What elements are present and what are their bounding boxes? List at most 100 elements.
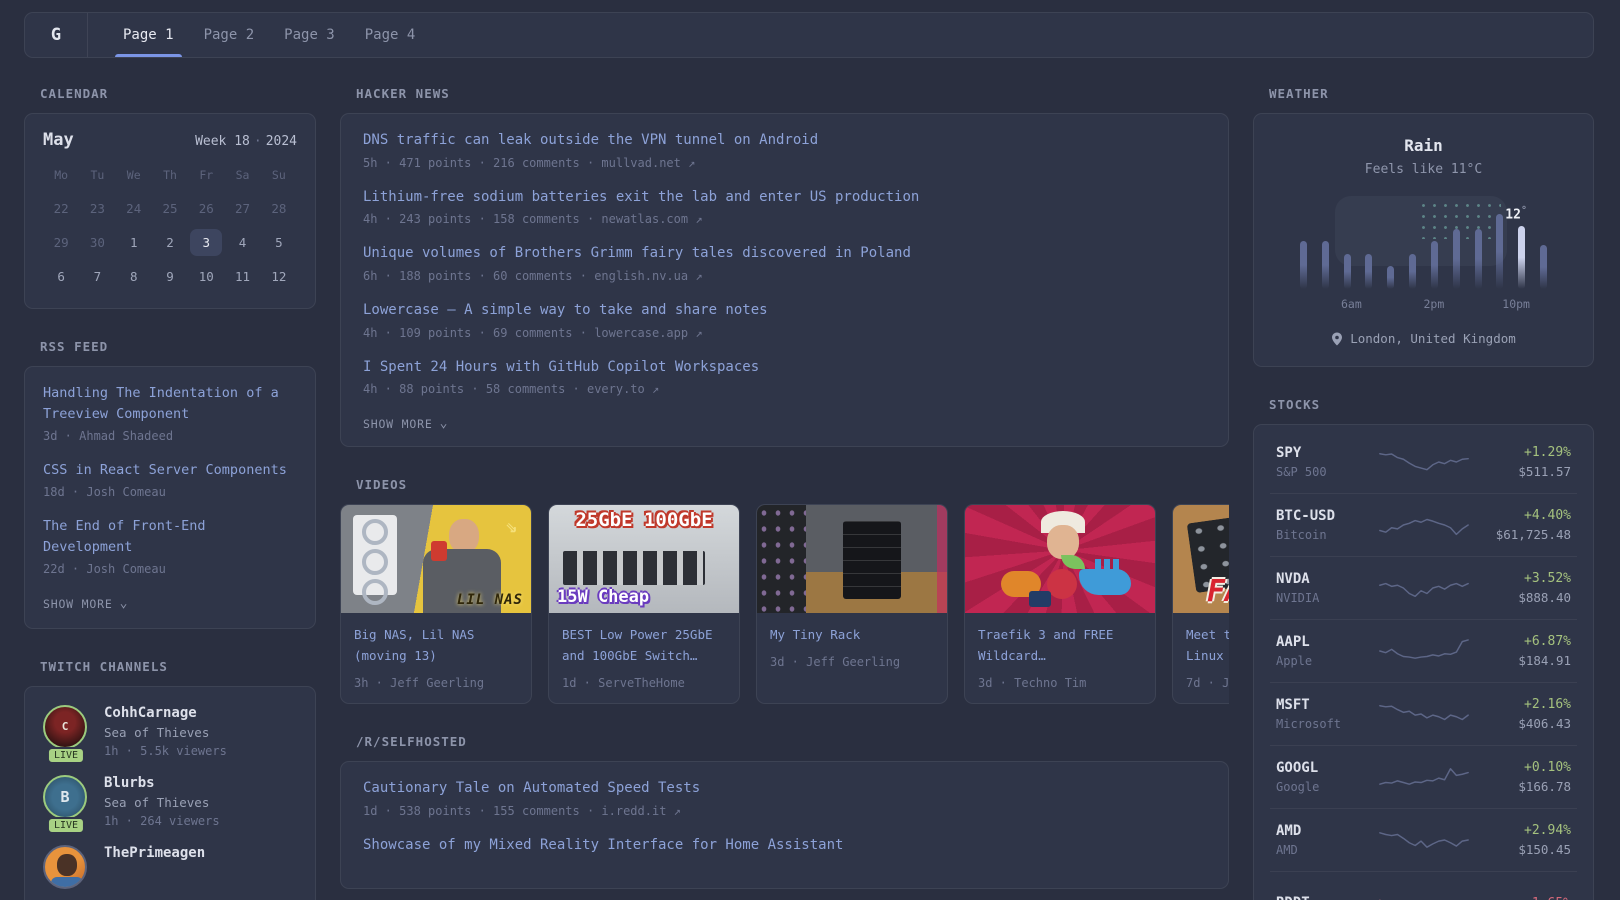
rss-item-meta: 3d · Ahmad Shadeed: [43, 428, 174, 443]
stock-symbol: AAPL: [1276, 634, 1310, 650]
hn-item-title[interactable]: Unique volumes of Brothers Grimm fairy t…: [363, 243, 1206, 265]
hn-item-title[interactable]: Lowercase – A simple way to take and sha…: [363, 300, 1206, 322]
weather-bar: [1343, 253, 1351, 289]
rss-show-more-button[interactable]: SHOW MORE ⌄: [43, 597, 128, 611]
hn-item-meta: 6h · 188 points · 60 comments · english.…: [363, 269, 703, 284]
left-column: CALENDAR May Week 18 · 2024 Mo Tu We Th Fr…: [24, 86, 316, 900]
calendar-day: 26: [198, 201, 214, 216]
calendar-section-title: CALENDAR: [40, 86, 109, 101]
rss-item-title[interactable]: The End of Front-End Development: [43, 516, 297, 558]
reddit-item-title[interactable]: Cautionary Tale on Automated Speed Tests: [363, 778, 1206, 800]
stock-row-rddt[interactable]: RDDT -1.65%: [1270, 871, 1577, 900]
chevron-down-icon: ⌄: [119, 595, 129, 611]
calendar-day: 29: [53, 235, 69, 250]
top-nav: G Page 1 Page 2 Page 3 Page 4: [24, 12, 1594, 58]
video-card-traefik[interactable]: Traefik 3 and FREE Wildcard… 3d · Techno…: [964, 504, 1156, 705]
weekday-label: We: [126, 168, 141, 182]
video-title[interactable]: Meet the Linux Clu: [1186, 627, 1229, 663]
hn-item: DNS traffic can leak outside the VPN tun…: [363, 130, 1206, 170]
twitch-channel-theprimeagen[interactable]: ThePrimeagen: [43, 844, 297, 889]
video-title[interactable]: Big NAS, Lil NAS (moving 13): [354, 627, 474, 663]
hackernews-section-title: HACKER NEWS: [356, 86, 450, 101]
external-link-icon: ↗: [673, 804, 681, 819]
stock-symbol: MSFT: [1276, 697, 1310, 713]
tab-page-3[interactable]: Page 3: [282, 13, 337, 57]
twitch-channel-info: Blurbs Sea of Thieves 1h · 264 viewers: [104, 775, 220, 828]
app-logo[interactable]: G: [25, 13, 87, 57]
stock-row-msft[interactable]: MSFT Microsoft +2.16% $406.43: [1270, 682, 1577, 745]
reddit-section-title: /R/SELFHOSTED: [356, 734, 467, 750]
hn-item: Lithium-free sodium batteries exit the l…: [363, 187, 1206, 227]
video-thumbnail[interactable]: [965, 505, 1155, 614]
page-tabs: Page 1 Page 2 Page 3 Page 4: [88, 13, 430, 57]
thumbnail-text: LIL NAS: [456, 592, 523, 609]
stock-row-googl[interactable]: GOOGL Google +0.10% $166.78: [1270, 745, 1577, 808]
video-thumbnail[interactable]: 25GbE 100GbE 15W Cheap: [549, 505, 739, 614]
hn-item-title[interactable]: I Spent 24 Hours with GitHub Copilot Wor…: [363, 357, 1206, 379]
video-title[interactable]: My Tiny Rack: [770, 627, 860, 642]
calendar-section: CALENDAR May Week 18 · 2024 Mo Tu We Th Fr…: [24, 86, 316, 309]
stock-change: -1.65%: [1480, 896, 1571, 900]
hn-show-more-button[interactable]: SHOW MORE ⌄: [363, 417, 448, 431]
tab-page-1[interactable]: Page 1: [115, 13, 182, 57]
stock-name: Microsoft: [1276, 717, 1342, 731]
stock-row-btc-usd[interactable]: BTC-USD Bitcoin +4.40% $61,725.48: [1270, 493, 1577, 556]
stock-sparkline: [1367, 885, 1479, 900]
weather-time-labels: 6am 2pm 10pm: [1300, 297, 1547, 313]
center-column: HACKER NEWS DNS traffic can leak outside…: [340, 86, 1229, 900]
rss-item-title[interactable]: Handling The Indentation of a Treeview C…: [43, 383, 297, 425]
video-meta: 3d · Jeff Geerling: [770, 655, 901, 670]
weekday-label: Mo: [54, 168, 69, 182]
video-title[interactable]: BEST Low Power 25GbE and 100GbE Switch…: [562, 627, 713, 663]
calendar-day: 25: [162, 201, 178, 216]
hn-item-meta: 4h · 243 points · 158 comments · newatla…: [363, 212, 703, 227]
stock-symbol: BTC-USD: [1276, 508, 1336, 524]
weather-bar-current: [1518, 225, 1526, 289]
video-thumbnail[interactable]: ⇘ LIL NAS: [341, 505, 531, 614]
video-card-tiny-rack[interactable]: My Tiny Rack 3d · Jeff Geerling: [756, 504, 948, 705]
video-title[interactable]: Traefik 3 and FREE Wildcard…: [978, 627, 1113, 663]
stock-price: $184.91: [1518, 653, 1571, 668]
tab-page-2[interactable]: Page 2: [202, 13, 257, 57]
weather-section-title: WEATHER: [1269, 86, 1329, 101]
time-label: 2pm: [1423, 297, 1445, 311]
hn-item: Lowercase – A simple way to take and sha…: [363, 300, 1206, 340]
stock-row-amd[interactable]: AMD AMD +2.94% $150.45: [1270, 808, 1577, 871]
stock-sparkline: [1367, 570, 1479, 606]
stock-change: +6.87%: [1524, 634, 1571, 649]
twitch-channel-blurbs[interactable]: B LIVE Blurbs Sea of Thieves 1h · 264 vi…: [43, 774, 297, 834]
external-link-icon: ↗: [695, 269, 703, 284]
hn-item-title[interactable]: Lithium-free sodium batteries exit the l…: [363, 187, 1206, 209]
stock-price: $511.57: [1518, 464, 1571, 479]
video-card-big-nas[interactable]: ⇘ LIL NAS Big NAS, Lil NAS (moving 13) 3…: [340, 504, 532, 705]
weather-feels-like: Feels like 11°C: [1364, 162, 1483, 177]
stock-row-aapl[interactable]: AAPL Apple +6.87% $184.91: [1270, 619, 1577, 682]
weather-bar: [1474, 229, 1482, 289]
weather-widget: Rain Feels like 11°C 12° 6am 2pm 10pm Lo…: [1253, 113, 1594, 367]
video-thumbnail[interactable]: [757, 505, 947, 614]
tab-page-4[interactable]: Page 4: [363, 13, 418, 57]
reddit-item-title[interactable]: Showcase of my Mixed Reality Interface f…: [363, 835, 1206, 857]
reddit-item: Cautionary Tale on Automated Speed Tests…: [363, 778, 1206, 818]
stock-sparkline: [1367, 444, 1479, 480]
avatar-image: C: [43, 704, 87, 749]
video-thumbnail[interactable]: FAS: [1173, 505, 1229, 614]
hn-item-title[interactable]: DNS traffic can leak outside the VPN tun…: [363, 130, 1206, 152]
stocks-widget: SPY S&P 500 +1.29% $511.57 BTC-USD Bitcoin …: [1253, 424, 1594, 900]
twitch-channel-cohhcarnage[interactable]: C LIVE CohhCarnage Sea of Thieves 1h · 5…: [43, 704, 297, 764]
weather-location-label: London, United Kingdom: [1350, 331, 1516, 346]
weather-bar: [1452, 229, 1460, 289]
rss-item-title[interactable]: CSS in React Server Components: [43, 460, 297, 481]
stock-row-spy[interactable]: SPY S&P 500 +1.29% $511.57: [1270, 431, 1577, 493]
video-card-switch[interactable]: 25GbE 100GbE 15W Cheap BEST Low Power 25…: [548, 504, 740, 705]
external-link-icon: ↗: [695, 325, 703, 340]
stock-row-nvda[interactable]: NVDA NVIDIA +3.52% $888.40: [1270, 556, 1577, 619]
video-card-body: My Tiny Rack 3d · Jeff Geerling: [757, 613, 947, 682]
weather-section: WEATHER Rain Feels like 11°C 12° 6am 2pm: [1253, 86, 1594, 367]
stock-change: +2.94%: [1524, 823, 1571, 838]
stock-change: +0.10%: [1524, 760, 1571, 775]
video-card-linux-cluster[interactable]: FAS Meet the Linux Clu 7d · Jef: [1172, 504, 1229, 705]
stock-symbol: NVDA: [1276, 571, 1310, 587]
video-card-body: Traefik 3 and FREE Wildcard… 3d · Techno…: [965, 613, 1155, 703]
stock-symbol: SPY: [1276, 445, 1302, 461]
